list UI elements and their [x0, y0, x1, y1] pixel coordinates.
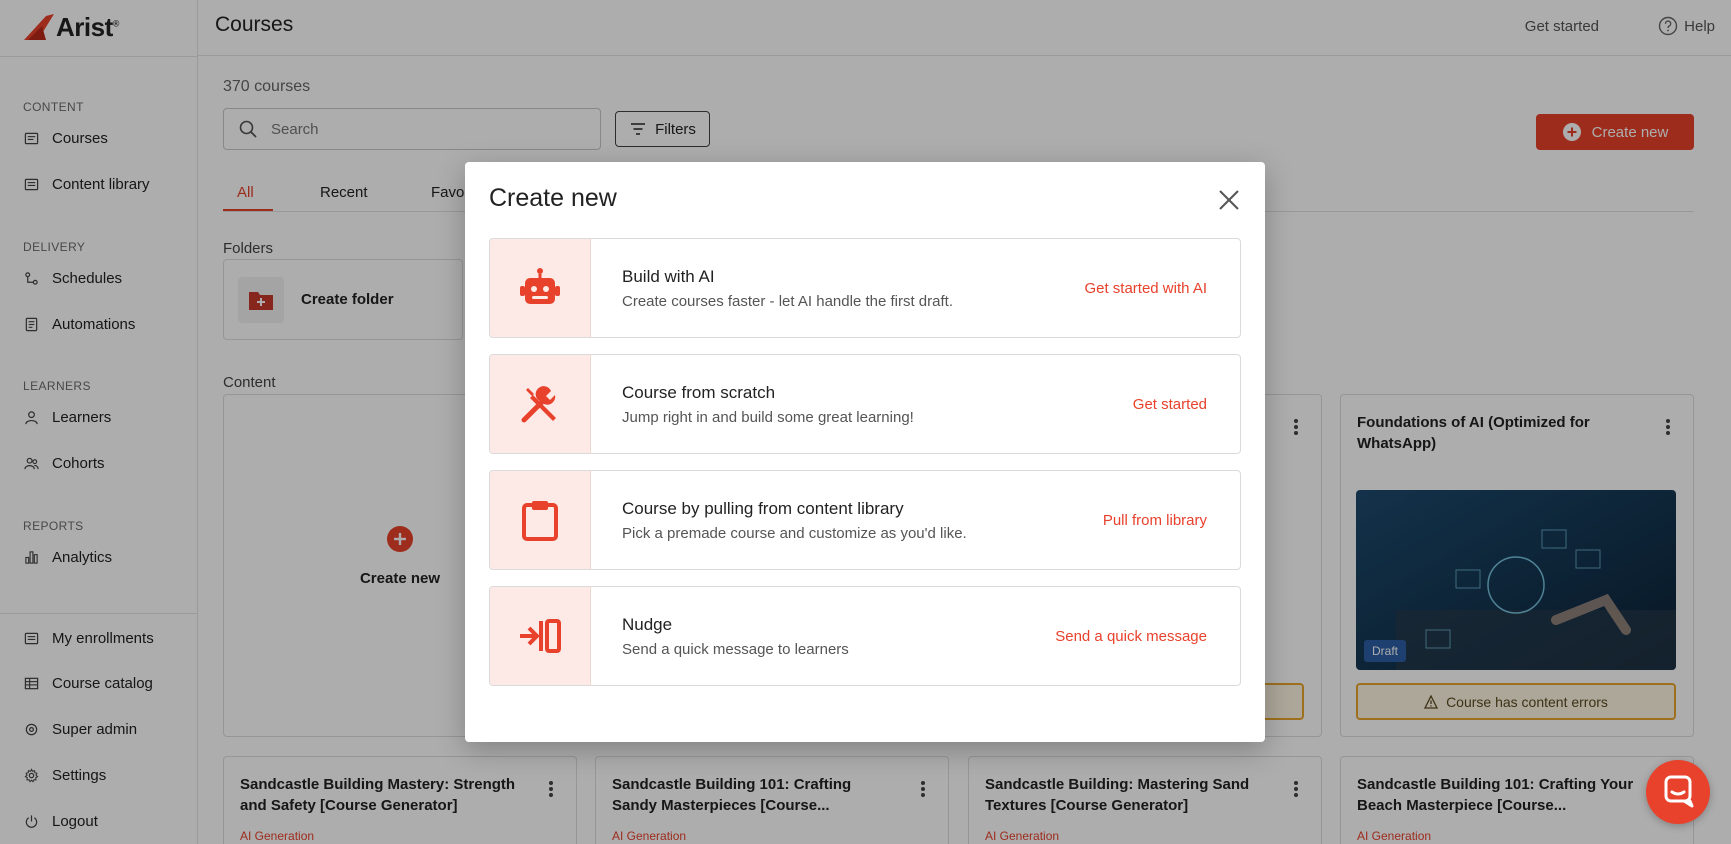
- option-course-from-scratch[interactable]: Course from scratch Jump right in and bu…: [489, 354, 1241, 454]
- option-icon-box: [490, 355, 591, 453]
- option-text: Course by pulling from content library P…: [622, 499, 1103, 542]
- option-text: Nudge Send a quick message to learners: [622, 615, 1055, 658]
- get-started-link[interactable]: Get started: [1133, 396, 1207, 413]
- option-pull-from-library[interactable]: Course by pulling from content library P…: [489, 470, 1241, 570]
- option-title: Nudge: [622, 614, 673, 634]
- nudge-icon: [520, 619, 561, 653]
- send-quick-message-link[interactable]: Send a quick message: [1055, 628, 1207, 645]
- tools-icon: [521, 386, 556, 423]
- create-new-modal: Create new Build with AI Create courses …: [465, 162, 1265, 742]
- option-title: Course by pulling from content library: [622, 498, 904, 518]
- option-icon-box: [490, 471, 591, 569]
- option-text: Build with AI Create courses faster - le…: [622, 267, 1084, 310]
- chat-support-button[interactable]: [1646, 760, 1710, 824]
- option-icon-box: [490, 587, 591, 685]
- option-build-with-ai[interactable]: Build with AI Create courses faster - le…: [489, 238, 1241, 338]
- option-description: Jump right in and build some great learn…: [622, 408, 914, 426]
- pull-from-library-link[interactable]: Pull from library: [1103, 512, 1207, 529]
- option-description: Send a quick message to learners: [622, 640, 849, 658]
- option-title: Build with AI: [622, 266, 715, 286]
- robot-icon: [520, 268, 560, 304]
- chat-icon: [1664, 775, 1694, 808]
- close-icon[interactable]: [1217, 188, 1241, 212]
- option-icon-box: [490, 239, 591, 337]
- option-description: Create courses faster - let AI handle th…: [622, 292, 953, 310]
- option-title: Course from scratch: [622, 382, 776, 402]
- option-description: Pick a premade course and customize as y…: [622, 524, 967, 542]
- option-nudge[interactable]: Nudge Send a quick message to learners S…: [489, 586, 1241, 686]
- clipboard-icon: [522, 501, 558, 541]
- option-text: Course from scratch Jump right in and bu…: [622, 383, 1133, 426]
- get-started-with-ai-link[interactable]: Get started with AI: [1084, 280, 1207, 297]
- modal-title: Create new: [489, 184, 617, 212]
